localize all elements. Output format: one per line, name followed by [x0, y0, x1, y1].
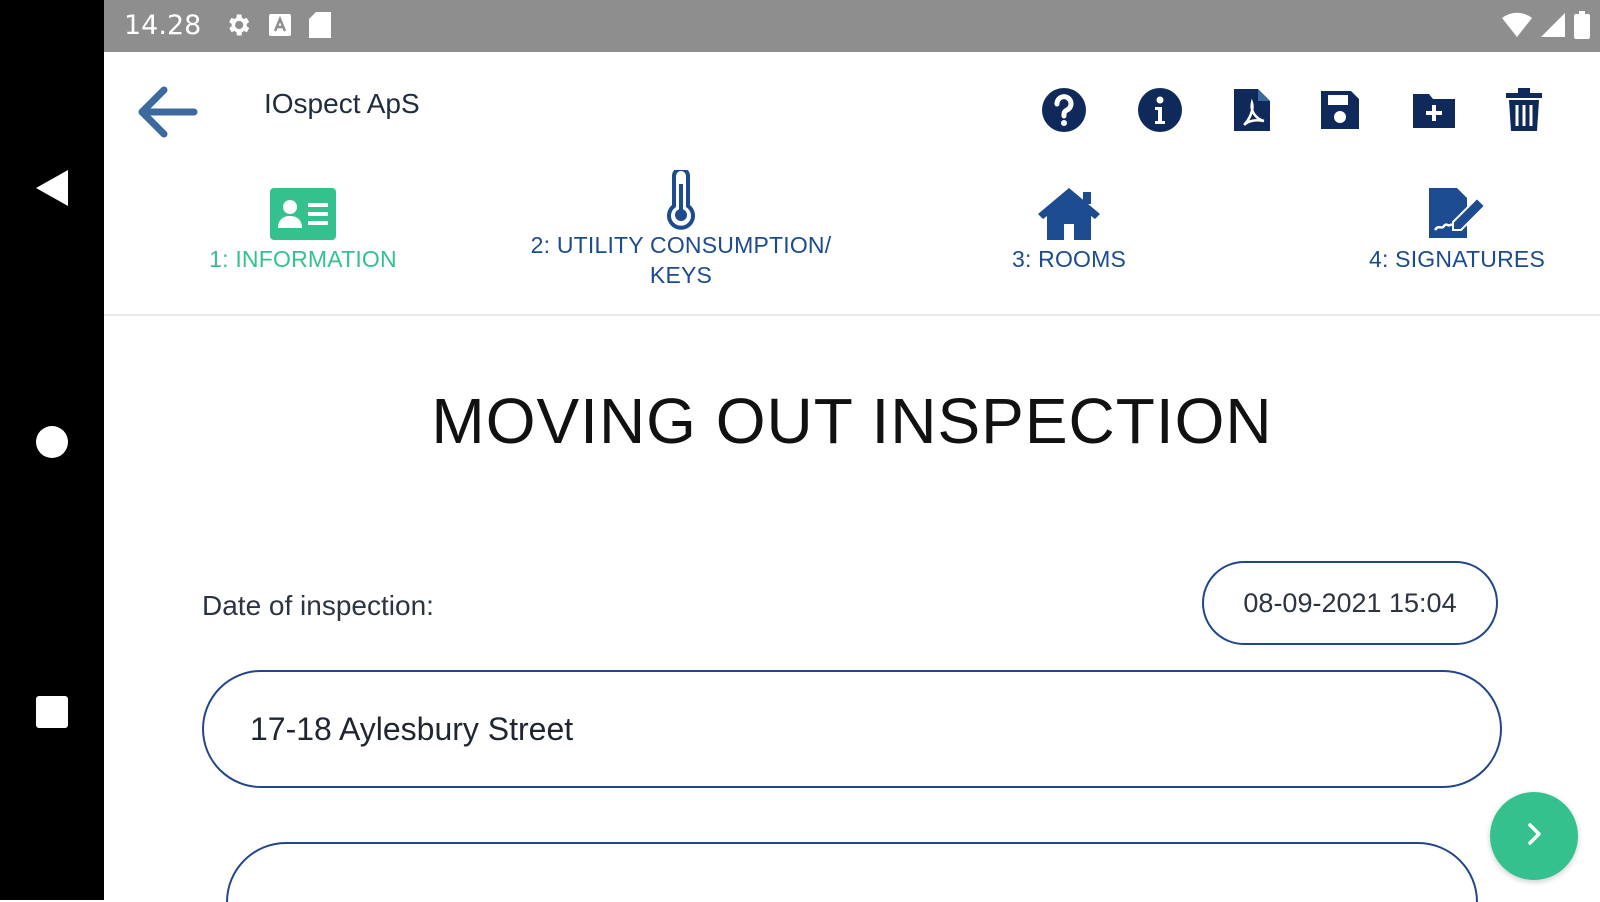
- tab-signatures[interactable]: 4: SIGNATURES: [1354, 166, 1560, 306]
- add-folder-icon[interactable]: [1410, 86, 1458, 134]
- tab-rooms[interactable]: 3: ROOMS: [984, 166, 1154, 306]
- app-toolbar: IOspect ApS: [104, 52, 1600, 166]
- save-icon[interactable]: [1316, 86, 1364, 134]
- info-icon[interactable]: [1136, 86, 1184, 134]
- tab-rooms-label: 3: ROOMS: [1011, 246, 1127, 272]
- back-triangle-icon[interactable]: [0, 166, 104, 210]
- page-title: MOVING OUT INSPECTION: [431, 385, 1273, 457]
- signature-icon: [1354, 186, 1560, 242]
- sd-card-icon: [308, 11, 332, 46]
- signal-icon: [1540, 12, 1566, 45]
- tab-information[interactable]: 1: INFORMATION: [188, 166, 418, 306]
- next-input-field[interactable]: [226, 842, 1478, 902]
- back-arrow-icon[interactable]: [134, 82, 198, 142]
- status-time: 14.28: [124, 10, 202, 41]
- system-nav-bar: [0, 0, 104, 900]
- gear-icon: [224, 11, 252, 46]
- toolbar-actions: [1040, 86, 1600, 134]
- battery-icon: [1574, 11, 1590, 46]
- address-input[interactable]: 17-18 Aylesbury Street: [202, 670, 1502, 788]
- chevron-right-icon: [1520, 820, 1548, 853]
- pdf-icon[interactable]: [1228, 86, 1276, 134]
- date-of-inspection-label: Date of inspection:: [202, 590, 434, 621]
- date-of-inspection-field[interactable]: 08-09-2021 15:04: [1202, 561, 1498, 645]
- wifi-icon: [1502, 12, 1532, 45]
- next-page-button[interactable]: [1490, 792, 1578, 880]
- house-icon: [984, 186, 1154, 242]
- inspection-tabs: 1: INFORMATION 2: UTILITY CONSUMPTION/ K…: [104, 166, 1600, 316]
- trash-icon[interactable]: [1500, 86, 1548, 134]
- help-icon[interactable]: [1040, 86, 1088, 134]
- home-circle-icon[interactable]: [0, 420, 104, 464]
- tab-information-label: 1: INFORMATION: [209, 246, 397, 272]
- a-badge-icon: [268, 13, 292, 44]
- id-card-icon: [188, 188, 418, 242]
- thermometer-icon: [508, 170, 854, 230]
- tab-utility-consumption[interactable]: 2: UTILITY CONSUMPTION/ KEYS: [508, 166, 854, 306]
- status-bar: 14.28: [104, 0, 1600, 52]
- tab-utility-label-line1: 2: UTILITY CONSUMPTION/: [530, 232, 832, 258]
- tab-signatures-label: 4: SIGNATURES: [1369, 246, 1545, 272]
- recents-square-icon[interactable]: [0, 692, 104, 732]
- tab-utility-label-line2: KEYS: [649, 262, 713, 288]
- app-title: IOspect ApS: [264, 88, 420, 119]
